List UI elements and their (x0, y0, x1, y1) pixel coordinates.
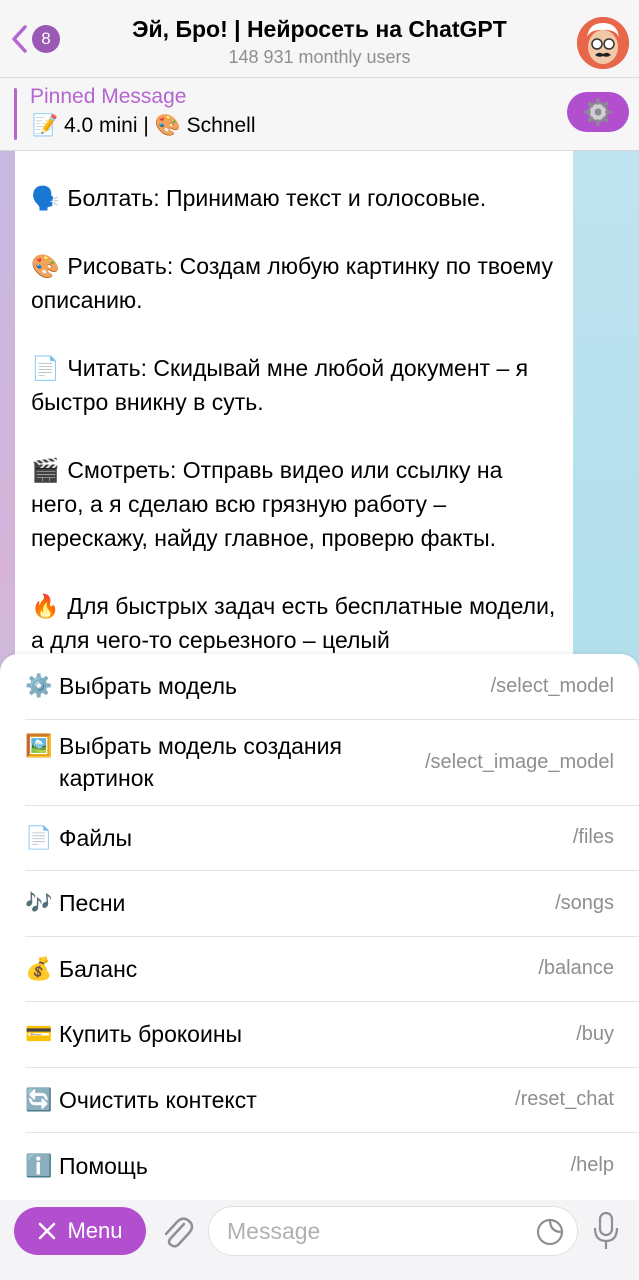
refresh-icon: 🔄 (25, 1086, 53, 1112)
clapper-icon: 🎬 (31, 457, 60, 483)
command-reset-chat[interactable]: 🔄 Очистить контекст /reset_chat (25, 1068, 639, 1133)
message-paragraph: 🎨 Рисовать: Создам любую картинку по тво… (31, 249, 557, 317)
command-songs[interactable]: 🎶 Песни /songs (25, 871, 639, 937)
bot-commands-menu: ⚙️ Выбрать модель /select_model 🖼️ Выбрать… (0, 654, 639, 1200)
message-paragraph: 🔥 Для быстрых задач есть бесплатные моде… (31, 589, 557, 657)
menu-button[interactable]: Menu (14, 1207, 146, 1255)
command-slash: /files (572, 826, 614, 849)
gear-icon: ⚙️ (25, 673, 53, 699)
credit-card-icon: 💳 (25, 1021, 53, 1047)
pinned-message[interactable]: Pinned Message 📝 4.0 mini | 🎨 Schnell (0, 78, 639, 151)
microphone-icon[interactable] (590, 1210, 622, 1252)
paperclip-icon[interactable] (158, 1212, 194, 1252)
command-balance[interactable]: 💰 Баланс /balance (25, 937, 639, 1002)
info-icon: ℹ️ (25, 1152, 53, 1178)
menu-label: Menu (67, 1218, 123, 1243)
command-slash: /balance (538, 957, 614, 980)
message-bubble[interactable]: 🗣️ Болтать: Принимаю текст и голосовые. … (15, 151, 573, 711)
command-label: Купить брокоины (59, 1021, 243, 1048)
chat-title-area[interactable]: Эй, Бро! | Нейросеть на ChatGPT 148 931 … (90, 16, 549, 68)
command-label: Баланс (59, 955, 138, 982)
command-label: Выбрать модель (59, 673, 237, 700)
input-bar: Menu (0, 1200, 639, 1280)
command-help[interactable]: ℹ️ Помощь /help (25, 1133, 639, 1199)
gear-icon (584, 98, 612, 126)
message-text: Для быстрых задач есть бесплатные модели… (31, 593, 556, 653)
message-input[interactable] (227, 1207, 517, 1255)
command-select-model[interactable]: ⚙️ Выбрать модель /select_model (25, 654, 639, 720)
picture-icon: 🖼️ (25, 733, 53, 758)
chat-header: 8 Эй, Бро! | Нейросеть на ChatGPT 148 93… (0, 0, 639, 78)
command-buy[interactable]: 💳 Купить брокоины /buy (25, 1002, 639, 1068)
command-select-image-model[interactable]: 🖼️ Выбрать модель создания картинок /sele… (25, 720, 639, 806)
message-paragraph: 🗣️ Болтать: Принимаю текст и голосовые. (31, 181, 557, 215)
sticker-icon[interactable] (535, 1217, 565, 1247)
command-slash: /songs (555, 891, 614, 914)
command-slash: /buy (576, 1022, 614, 1045)
money-bag-icon: 💰 (25, 955, 53, 981)
message-text: Болтать: Принимаю текст и голосовые. (67, 185, 487, 211)
pinned-text: 📝 4.0 mini | 🎨 Schnell (32, 114, 256, 137)
close-icon (39, 1222, 56, 1240)
message-text: Читать: Скидывай мне любой документ – я … (31, 355, 529, 415)
message-paragraph: 🎬 Смотреть: Отправь видео или ссылку на … (31, 453, 557, 555)
speaking-head-icon: 🗣️ (31, 185, 60, 211)
back-button[interactable]: 8 (10, 24, 60, 54)
command-label: Помощь (59, 1152, 148, 1179)
command-slash: /select_model (490, 674, 614, 697)
pinned-settings-button[interactable] (567, 92, 629, 132)
message-paragraph: 📄 Читать: Скидывай мне любой документ – … (31, 351, 557, 419)
command-slash: /reset_chat (515, 1088, 614, 1111)
document-icon: 📄 (25, 824, 53, 850)
avatar-face-icon (577, 17, 629, 69)
command-slash: /select_image_model (425, 750, 614, 773)
command-label: Файлы (59, 824, 133, 851)
command-label: Песни (59, 890, 126, 917)
chat-title: Эй, Бро! | Нейросеть на ChatGPT (132, 16, 507, 42)
unread-badge: 8 (32, 25, 60, 53)
back-chevron-icon (12, 25, 27, 53)
palette-icon: 🎨 (31, 253, 60, 279)
command-label: Выбрать модель создания картинок (59, 733, 342, 791)
message-text: Рисовать: Создам любую картинку по твоем… (31, 253, 553, 313)
message-field[interactable] (208, 1206, 578, 1256)
chat-subtitle: 148 931 monthly users (228, 47, 411, 67)
command-slash: /help (570, 1154, 614, 1177)
pinned-label: Pinned Message (30, 85, 187, 108)
command-label: Очистить контекст (59, 1086, 257, 1113)
fire-icon: 🔥 (31, 593, 60, 619)
pinned-indicator (14, 88, 17, 140)
message-text: Смотреть: Отправь видео или ссылку на не… (31, 457, 503, 551)
music-notes-icon: 🎶 (25, 890, 53, 916)
document-icon: 📄 (31, 355, 60, 381)
bot-avatar[interactable] (577, 17, 629, 69)
command-files[interactable]: 📄 Файлы /files (25, 806, 639, 871)
